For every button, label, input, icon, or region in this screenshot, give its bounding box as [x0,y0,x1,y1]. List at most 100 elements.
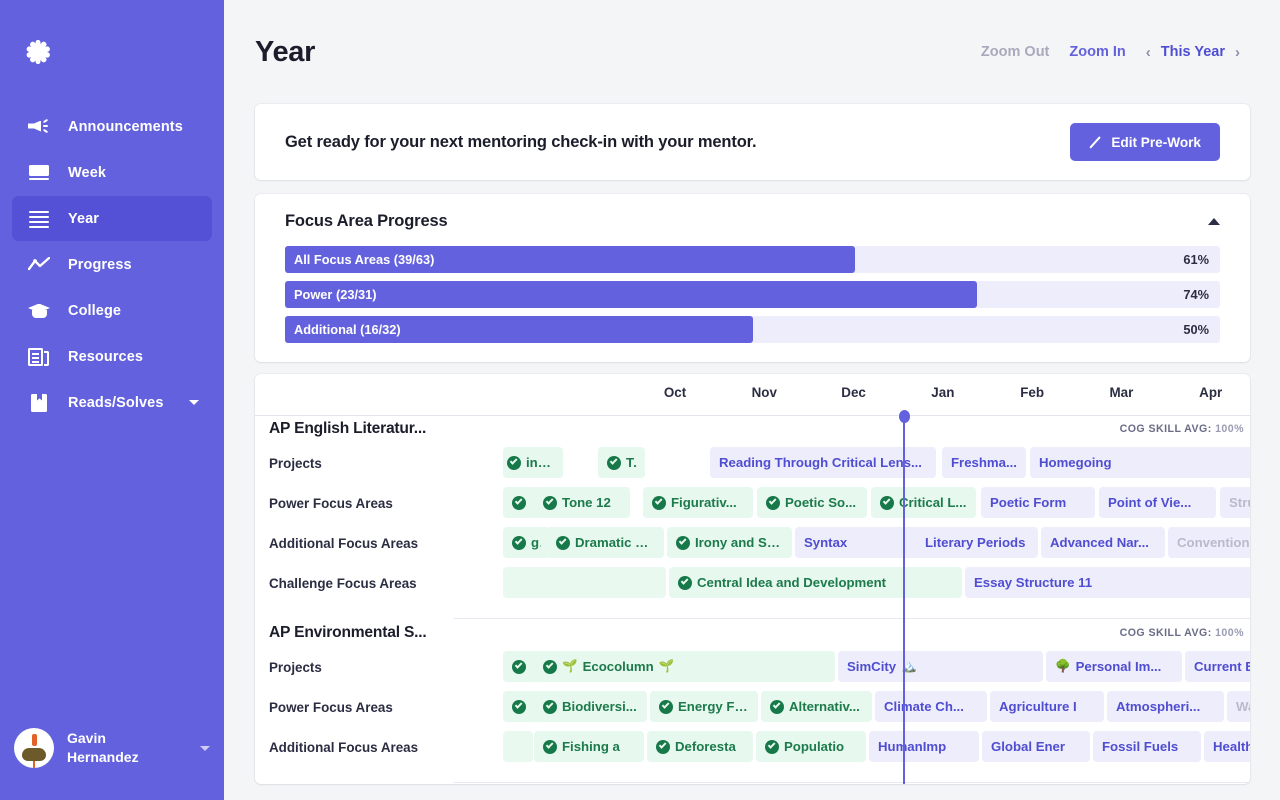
chevron-down-icon[interactable] [200,745,210,751]
course-title[interactable]: AP Environmental S... [269,624,427,642]
sidebar-item-year[interactable]: Year [12,196,212,241]
timeline-pill[interactable]: 🌳 Personal Im... [1046,651,1182,682]
month-header-row: OctNovDecJanFebMarAprMay [255,374,1250,416]
timeline-pill[interactable]: Critical L... [871,487,976,518]
sidebar-item-announcements[interactable]: Announcements [12,104,212,149]
timeline-pill[interactable]: Populatio [756,731,866,762]
progress-bar-label: Power (23/31) [294,287,377,302]
timeline-pill[interactable]: Global Ener [982,731,1090,762]
sidebar: Announcements Week Year Progress College Reso… [0,0,224,800]
check-icon [556,535,570,550]
timeline-lane: Central Idea and Development Essay Struct… [454,567,1250,601]
timeline-pill[interactable]: Deforesta [647,731,753,762]
timeline-pill[interactable]: ge ... [503,527,550,558]
current-period-label[interactable]: This Year [1161,44,1225,60]
timeline-pill[interactable]: Poetic So... [757,487,867,518]
sidebar-item-progress[interactable]: Progress [12,242,212,287]
chevron-down-icon[interactable] [188,400,199,405]
timeline-pill[interactable]: Fishing a [534,731,644,762]
timeline-pill[interactable]: Central Idea and Development [669,567,962,598]
timeline-pill[interactable]: Atmospheri... [1107,691,1224,722]
check-icon [543,699,557,714]
timeline-pill[interactable]: Current Events [1185,651,1250,682]
timeline-pill[interactable]: Tone 12 [534,487,630,518]
pill-label: Homegoing [1039,455,1112,470]
timeline-pill[interactable]: ... [503,487,538,518]
timeline-pill[interactable]: ... [503,691,538,722]
edit-prework-button[interactable]: Edit Pre-Work [1070,123,1220,161]
course-list: AP English Literatur... COG SKILL AVG: 10… [255,416,1250,784]
month-label: Dec [841,385,866,400]
pill-label: Figurativ... [671,495,737,510]
timeline-pill[interactable]: Point of Vie... [1099,487,1216,518]
pill-label: inarA... [526,455,554,470]
cog-skill-label: COG SKILL AVG: [1119,423,1212,435]
course-section: AP English Literatur... COG SKILL AVG: 10… [255,416,1250,620]
pill-label: Health Imp [1213,739,1250,754]
timeline-pill[interactable]: Energy Fl... [650,691,758,722]
timeline-pill[interactable]: Structure a... [1220,487,1250,518]
timeline-pill[interactable]: Poetic Form [981,487,1095,518]
timeline-row: Additional Focus Areas ge ... Dramatic Fo.… [255,524,1250,564]
timeline-pill[interactable]: Agriculture I [990,691,1104,722]
timeline-pill[interactable]: Literary Periods [916,527,1038,558]
timeline-pill[interactable]: Health Imp [1204,731,1250,762]
timeline-pill[interactable]: Biodiversi... [534,691,647,722]
check-icon [543,659,557,674]
timeline-pill[interactable]: Homegoing [1030,447,1250,478]
pill-label: Point of Vie... [1108,495,1192,510]
timeline-pill[interactable]: Conventions o... [1168,527,1250,558]
timeline-pill[interactable]: HumanImp [869,731,979,762]
pill-label: Alternativ... [789,699,860,714]
today-indicator-line [903,416,905,784]
timeline-pill[interactable]: SimCity 🏔️ [838,651,1043,682]
timeline-pill[interactable]: Climate Ch... [875,691,987,722]
sidebar-item-resources[interactable]: Resources [12,334,212,379]
timeline-pill[interactable]: Freshma... [942,447,1026,478]
timeline-pill[interactable]: Essay Structure 11 [965,567,1250,598]
timeline-row: Projects... 🌱 Ecocolumn 🌱 SimCity🏔️ 🌳 Personal… [255,648,1250,688]
check-icon [770,699,784,714]
timeline-pill[interactable]: Water Pollu... [1227,691,1250,722]
month-label: Jan [931,385,955,400]
user-name: Gavin Hernandez [67,729,139,767]
user-profile-menu[interactable]: Gavin Hernandez [0,710,224,800]
course-title[interactable]: AP English Literatur... [269,420,426,438]
sidebar-item-label: Reads/Solves [68,394,164,411]
week-icon [28,163,50,183]
timeline-pill[interactable] [503,567,666,598]
timeline-pill[interactable]: Figurativ... [643,487,753,518]
prev-period-button[interactable]: ‹ [1136,44,1161,61]
timeline-pill[interactable]: Syntax [795,527,927,558]
timeline-pill[interactable]: Fossil Fuels [1093,731,1201,762]
timeline-pill[interactable]: Advanced Nar... [1041,527,1165,558]
check-icon [543,739,557,754]
timeline-pill[interactable]: Dramatic Fo... [547,527,664,558]
zoom-out-button[interactable]: Zoom Out [971,38,1059,66]
timeline-pill[interactable] [503,731,533,762]
pill-label: Personal Im... [1075,659,1162,674]
month-label: Apr [1199,385,1223,400]
next-period-button[interactable]: › [1225,44,1250,61]
pill-label: Fishing a [562,739,620,754]
pill-label: Fossil Fuels [1102,739,1179,754]
sidebar-item-reads-solves[interactable]: Reads/Solves [12,380,212,425]
sidebar-item-label: Progress [68,256,132,273]
timeline-pill[interactable]: ... [503,651,538,682]
cog-skill-average: COG SKILL AVG: 100% [1120,423,1244,435]
pill-label: Biodiversi... [562,699,637,714]
chevron-up-icon[interactable] [1208,218,1220,225]
focus-area-progress-title: Focus Area Progress [285,212,448,230]
timeline-pill[interactable]: T. [598,447,645,478]
timeline-pill[interactable]: inarA... [503,447,563,478]
sidebar-item-college[interactable]: College [12,288,212,333]
timeline-pill[interactable]: Alternativ... [761,691,872,722]
timeline-pill[interactable]: Irony and Sa... [667,527,792,558]
check-icon [512,659,526,674]
check-icon [659,699,673,714]
timeline-pill[interactable]: 🌱 Ecocolumn 🌱 [534,651,835,682]
sidebar-item-week[interactable]: Week [12,150,212,195]
zoom-in-button[interactable]: Zoom In [1059,38,1135,66]
app-logo[interactable] [0,0,224,104]
month-label: Mar [1109,385,1134,400]
